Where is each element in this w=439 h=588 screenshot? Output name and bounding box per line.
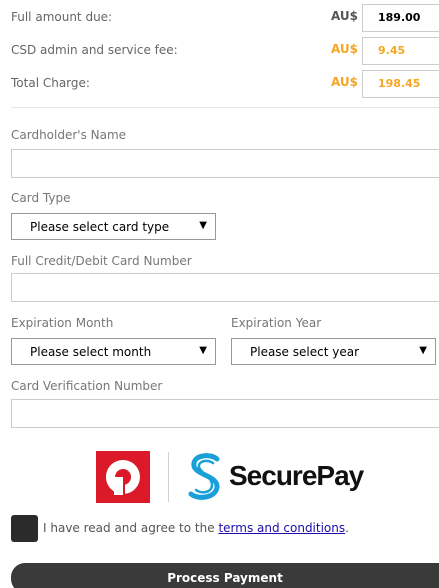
card-type-selected: Please select card type: [30, 220, 170, 234]
australia-post-logo-icon: [96, 451, 150, 503]
exp-year-selected: Please select year: [250, 345, 359, 359]
securepay-s-icon: [184, 450, 226, 504]
terms-text-before: I have read and agree to the: [43, 521, 219, 535]
divider: [11, 107, 439, 108]
fee-row-total-charge: Total Charge: AU$ 198.45: [0, 69, 439, 99]
card-number-input[interactable]: [11, 273, 439, 302]
card-type-label: Card Type: [11, 191, 71, 205]
fee-value: 9.45: [362, 37, 439, 65]
fee-label: Total Charge:: [11, 76, 90, 90]
fee-currency: AU$: [330, 42, 358, 56]
fee-row-full-amount: Full amount due: AU$ 189.00: [0, 3, 439, 33]
exp-year-select[interactable]: Please select year ▼: [231, 338, 436, 365]
fee-currency: AU$: [330, 9, 358, 23]
fee-value: 198.45: [362, 70, 439, 98]
exp-month-label: Expiration Month: [11, 316, 114, 330]
fee-value: 189.00: [362, 4, 439, 32]
terms-text-after: .: [345, 521, 349, 535]
process-payment-button[interactable]: Process Payment: [11, 563, 439, 588]
cardholder-name-input[interactable]: [11, 149, 439, 178]
terms-checkbox[interactable]: [11, 515, 38, 542]
securepay-wordmark: SecurePay: [229, 460, 364, 491]
exp-month-selected: Please select month: [30, 345, 152, 359]
fee-currency: AU$: [330, 75, 358, 89]
fee-row-admin-fee: CSD admin and service fee: AU$ 9.45: [0, 36, 439, 66]
chevron-down-icon: ▼: [199, 345, 207, 356]
fee-label: CSD admin and service fee:: [11, 43, 178, 57]
cvn-input[interactable]: [11, 399, 439, 428]
card-type-select[interactable]: Please select card type ▼: [11, 213, 216, 240]
terms-agreement-text: I have read and agree to the terms and c…: [43, 521, 349, 535]
logo-divider: [168, 452, 169, 502]
cardholder-name-label: Cardholder's Name: [11, 128, 127, 142]
exp-month-select[interactable]: Please select month ▼: [11, 338, 216, 365]
cvn-label: Card Verification Number: [11, 379, 163, 393]
exp-year-label: Expiration Year: [231, 316, 322, 330]
fee-label: Full amount due:: [11, 10, 113, 24]
card-number-label: Full Credit/Debit Card Number: [11, 254, 192, 268]
chevron-down-icon: ▼: [419, 345, 427, 356]
terms-link[interactable]: terms and conditions: [218, 521, 345, 535]
chevron-down-icon: ▼: [199, 220, 207, 231]
payment-logos: SecurePay: [96, 451, 366, 503]
